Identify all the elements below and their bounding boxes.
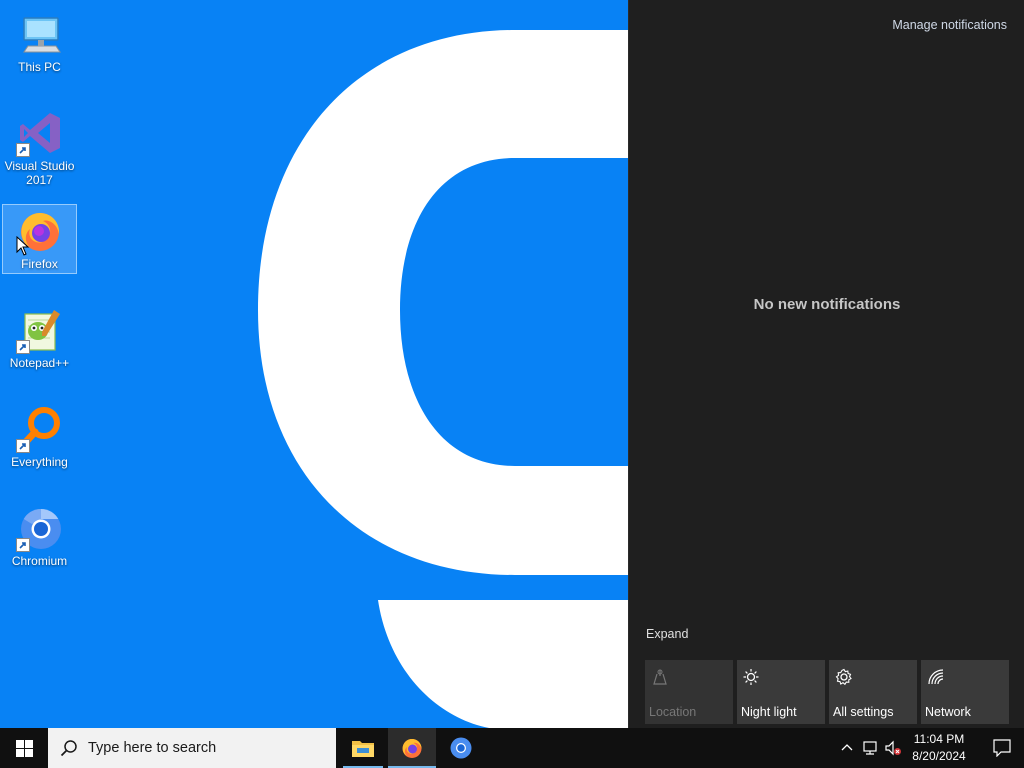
desktop-icon-label: Visual Studio 2017 [4, 159, 75, 187]
taskbar: Type here to search 11:04 PM 8/20/2024 [0, 728, 1024, 768]
wallpaper-nine-graphic [250, 30, 630, 728]
start-button[interactable] [0, 728, 48, 768]
desktop-icon-notepadplusplus[interactable]: Notepad++ [2, 304, 77, 374]
mouse-cursor-icon [16, 236, 30, 256]
desktop-icon-firefox[interactable]: Firefox [2, 204, 77, 274]
volume-muted-icon[interactable] [885, 740, 901, 756]
manage-notifications-link[interactable]: Manage notifications [892, 18, 1007, 32]
windows-logo-icon [16, 740, 33, 757]
quick-action-label: Location [649, 705, 697, 719]
desktop-icon-everything[interactable]: Everything [2, 403, 77, 473]
taskbar-file-explorer[interactable] [339, 728, 387, 768]
expand-quick-actions-link[interactable]: Expand [646, 627, 688, 641]
taskbar-search-box[interactable]: Type here to search [48, 728, 336, 768]
taskbar-clock[interactable]: 11:04 PM 8/20/2024 [902, 731, 976, 765]
desktop-icon-label: Everything [11, 455, 68, 469]
taskbar-firefox[interactable] [388, 728, 436, 768]
empty-notifications-message: No new notifications [753, 296, 901, 313]
folder-icon [352, 741, 374, 757]
quick-action-all-settings[interactable]: All settings [829, 660, 917, 724]
visual-studio-icon [15, 109, 64, 157]
desktop-icon-this-pc[interactable]: This PC [2, 8, 77, 78]
desktop-icon-label: Notepad++ [9, 356, 70, 370]
desktop-icon-chromium[interactable]: Chromium [2, 502, 77, 572]
gear-icon [835, 668, 852, 686]
clock-date: 8/20/2024 [912, 749, 966, 763]
computer-icon [16, 10, 64, 58]
shortcut-arrow-icon [15, 439, 30, 453]
quick-action-label: All settings [833, 705, 894, 719]
taskbar-chromium[interactable] [437, 728, 485, 768]
network-wired-icon[interactable] [862, 740, 878, 756]
action-center-button[interactable] [980, 728, 1024, 768]
shortcut-arrow-icon [15, 340, 30, 354]
chromium-icon [15, 504, 64, 552]
desktop-icon-label: Firefox [21, 257, 58, 271]
quick-action-location[interactable]: Location [645, 660, 733, 724]
desktop-icon-label: This PC [18, 60, 61, 74]
desktop-icon-label: Chromium [11, 554, 68, 568]
action-center-panel: Manage notifications No new notification… [628, 0, 1024, 728]
chevron-up-icon[interactable] [839, 740, 855, 756]
quick-action-label: Network [925, 705, 971, 719]
quick-action-network[interactable]: Network [921, 660, 1009, 724]
shortcut-arrow-icon [15, 538, 30, 552]
notification-icon [993, 739, 1011, 757]
quick-action-label: Night light [741, 705, 797, 719]
shortcut-arrow-icon [15, 143, 30, 157]
search-placeholder: Type here to search [88, 740, 217, 756]
search-icon [60, 740, 77, 757]
chromium-icon [450, 737, 472, 759]
location-icon [653, 669, 667, 685]
desktop-icon-visual-studio[interactable]: Visual Studio 2017 [2, 107, 77, 189]
everything-search-icon [15, 405, 64, 453]
quick-action-night-light[interactable]: Night light [737, 660, 825, 724]
clock-time: 11:04 PM [913, 732, 965, 746]
notepadplusplus-icon [15, 306, 64, 354]
firefox-icon [402, 739, 422, 758]
network-icon [928, 669, 944, 685]
brightness-icon [743, 669, 759, 685]
